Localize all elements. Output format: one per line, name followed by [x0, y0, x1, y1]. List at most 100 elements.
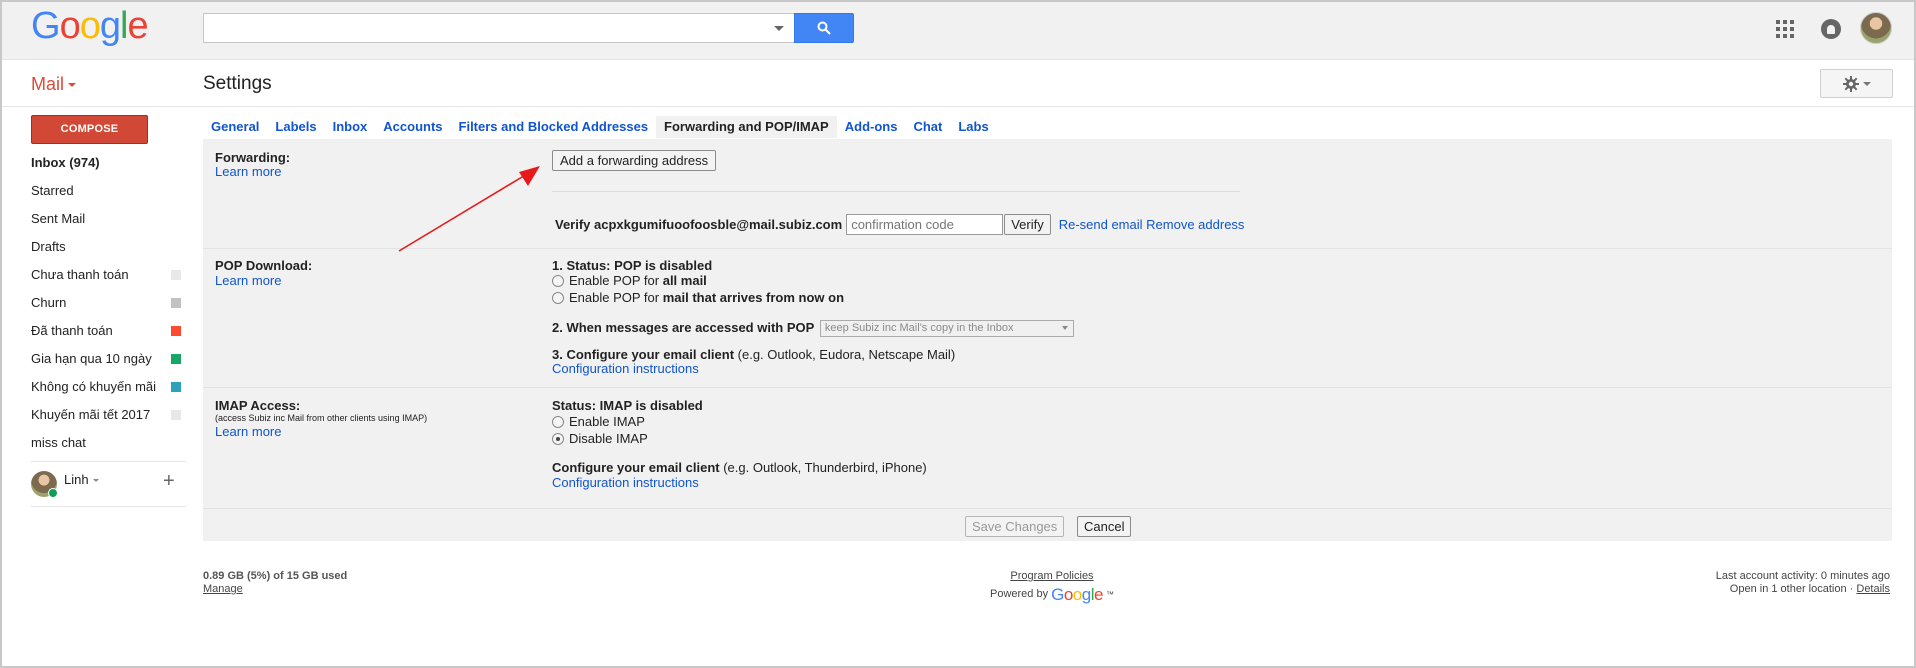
add-icon[interactable]: + — [163, 470, 175, 493]
search-button[interactable] — [794, 13, 854, 43]
compose-button[interactable]: COMPOSE — [31, 115, 148, 144]
sidebar-item-label: Không có khuyến mãi — [31, 379, 157, 394]
activity-details-link[interactable]: Details — [1856, 583, 1890, 595]
tab-accounts[interactable]: Accounts — [375, 116, 450, 138]
imap-status: Status: IMAP is disabled — [552, 398, 703, 413]
label-color-icon[interactable] — [171, 326, 181, 336]
gear-icon — [1842, 75, 1859, 92]
last-activity-text: Last account activity: 0 minutes ago — [1715, 570, 1890, 582]
pop-access-row: 2. When messages are accessed with POP k… — [552, 320, 1074, 338]
search-input[interactable] — [203, 13, 794, 43]
search-icon — [817, 21, 831, 35]
settings-gear-button[interactable] — [1820, 69, 1893, 98]
chevron-down-icon — [68, 83, 77, 88]
powered-by: Powered by Google ™ — [990, 585, 1114, 604]
add-forwarding-address-button[interactable]: Add a forwarding address — [552, 150, 717, 171]
divider — [203, 508, 1892, 509]
sidebar: COMPOSE Inbox (974) Starred Sent Mail Draft… — [31, 115, 191, 507]
imap-access-sublabel: (access Subiz inc Mail from other client… — [215, 413, 428, 423]
sidebar-item-label: Churn — [31, 295, 67, 310]
tab-inbox[interactable]: Inbox — [325, 116, 376, 138]
sidebar-item-label: miss chat — [31, 435, 86, 450]
mail-app-switcher[interactable]: Mail — [31, 74, 77, 95]
pop-download-label: POP Download: — [215, 258, 313, 273]
online-status-icon — [48, 488, 58, 498]
tab-chat[interactable]: Chat — [905, 116, 950, 138]
tab-labels[interactable]: Labels — [267, 116, 324, 138]
label-color-icon[interactable] — [171, 270, 181, 280]
account-avatar[interactable] — [1860, 12, 1892, 44]
imap-learn-more-link[interactable]: Learn more — [215, 424, 281, 439]
sidebar-item-label: Khuyến mãi tết 2017 — [31, 407, 151, 422]
verify-address-text: Verify acpxkgumifuoofoosble@mail.subiz.c… — [555, 217, 843, 232]
google-logo[interactable]: Google — [31, 5, 149, 48]
annotation-arrow-icon — [398, 166, 540, 252]
tab-labs[interactable]: Labs — [950, 116, 996, 138]
notifications-icon[interactable] — [1821, 19, 1841, 39]
imap-configure-text: Configure your email client (e.g. Outloo… — [552, 460, 927, 475]
sidebar-item[interactable]: Khuyến mãi tết 2017 — [31, 401, 191, 429]
imap-section: IMAP Access: (access Subiz inc Mail from… — [203, 388, 1892, 508]
label-color-icon[interactable] — [171, 382, 181, 392]
program-policies-link[interactable]: Program Policies — [1010, 570, 1093, 582]
pop-action-select: keep Subiz inc Mail's copy in the Inbox — [819, 320, 1074, 338]
pop-status: 1. Status: POP is disabled — [552, 258, 713, 273]
radio-icon[interactable] — [552, 275, 564, 287]
sidebar-item[interactable]: Đã thanh toán — [31, 317, 191, 345]
sidebar-item[interactable]: Gia hạn qua 10 ngày — [31, 345, 191, 373]
sidebar-item[interactable]: Không có khuyến mãi — [31, 373, 191, 401]
label-color-icon[interactable] — [171, 354, 181, 364]
forwarding-learn-more-link[interactable]: Learn more — [215, 164, 281, 179]
sidebar-item[interactable]: Sent Mail — [31, 205, 191, 233]
chevron-down-icon — [1862, 81, 1871, 86]
sidebar-item[interactable]: Churn — [31, 289, 191, 317]
storage-usage: 0.89 GB (5%) of 15 GB used Manage — [203, 570, 347, 596]
tab-forwarding-and-pop-imap[interactable]: Forwarding and POP/IMAP — [656, 116, 837, 138]
sub-header: Mail Settings — [2, 61, 1914, 107]
label-color-icon[interactable] — [171, 298, 181, 308]
chat-user-name[interactable]: Linh — [64, 472, 99, 487]
divider — [552, 191, 1240, 192]
sidebar-item-label: Sent Mail — [31, 211, 86, 226]
label-color-icon[interactable] — [171, 410, 181, 420]
imap-configuration-instructions-link[interactable]: Configuration instructions — [552, 475, 699, 490]
sidebar-nav: Inbox (974) Starred Sent Mail Drafts Chưa th… — [31, 149, 191, 457]
manage-storage-link[interactable]: Manage — [203, 583, 243, 595]
sidebar-item[interactable]: Starred — [31, 177, 191, 205]
account-activity: Last account activity: 0 minutes ago Ope… — [1715, 570, 1890, 595]
mail-label: Mail — [31, 74, 65, 94]
sidebar-item[interactable]: Chưa thanh toán — [31, 261, 191, 289]
tab-filters-and-blocked-addresses[interactable]: Filters and Blocked Addresses — [451, 116, 657, 138]
pop-from-now-radio[interactable]: Enable POP for mail that arrives from no… — [552, 290, 844, 305]
divider — [31, 461, 186, 462]
sidebar-item[interactable]: Drafts — [31, 233, 191, 261]
pop-configure-text: 3. Configure your email client (e.g. Out… — [552, 347, 956, 362]
radio-checked-icon[interactable] — [552, 433, 564, 445]
pop-learn-more-link[interactable]: Learn more — [215, 273, 281, 288]
resend-email-link[interactable]: Re-send email — [1059, 217, 1143, 232]
sidebar-item-label: Drafts — [31, 239, 66, 254]
radio-icon[interactable] — [552, 416, 564, 428]
confirmation-code-input[interactable] — [846, 214, 1004, 235]
radio-icon[interactable] — [552, 292, 564, 304]
save-changes-button[interactable]: Save Changes — [965, 516, 1065, 537]
enable-imap-radio[interactable]: Enable IMAP — [552, 414, 645, 429]
apps-grid-icon[interactable] — [1776, 20, 1794, 38]
powered-by-text: Powered by — [990, 588, 1049, 600]
cancel-button[interactable]: Cancel — [1077, 516, 1132, 537]
sidebar-item[interactable]: Inbox (974) — [31, 149, 191, 177]
page-title: Settings — [203, 73, 272, 94]
sidebar-item[interactable]: miss chat — [31, 429, 191, 457]
pop-all-mail-radio[interactable]: Enable POP for all mail — [552, 273, 707, 288]
remove-address-link[interactable]: Remove address — [1146, 217, 1244, 232]
chat-user[interactable]: Linh + — [31, 466, 191, 506]
search-options-chevron-down-icon[interactable] — [774, 26, 784, 31]
forwarding-label: Forwarding: — [215, 150, 291, 165]
divider — [31, 506, 186, 507]
pop-configuration-instructions-link[interactable]: Configuration instructions — [552, 361, 699, 376]
disable-imap-radio[interactable]: Disable IMAP — [552, 431, 648, 446]
tab-add-ons[interactable]: Add-ons — [837, 116, 906, 138]
verify-button[interactable]: Verify — [1004, 214, 1051, 235]
tab-general[interactable]: General — [203, 116, 267, 138]
sidebar-item-label: Đã thanh toán — [31, 323, 113, 338]
